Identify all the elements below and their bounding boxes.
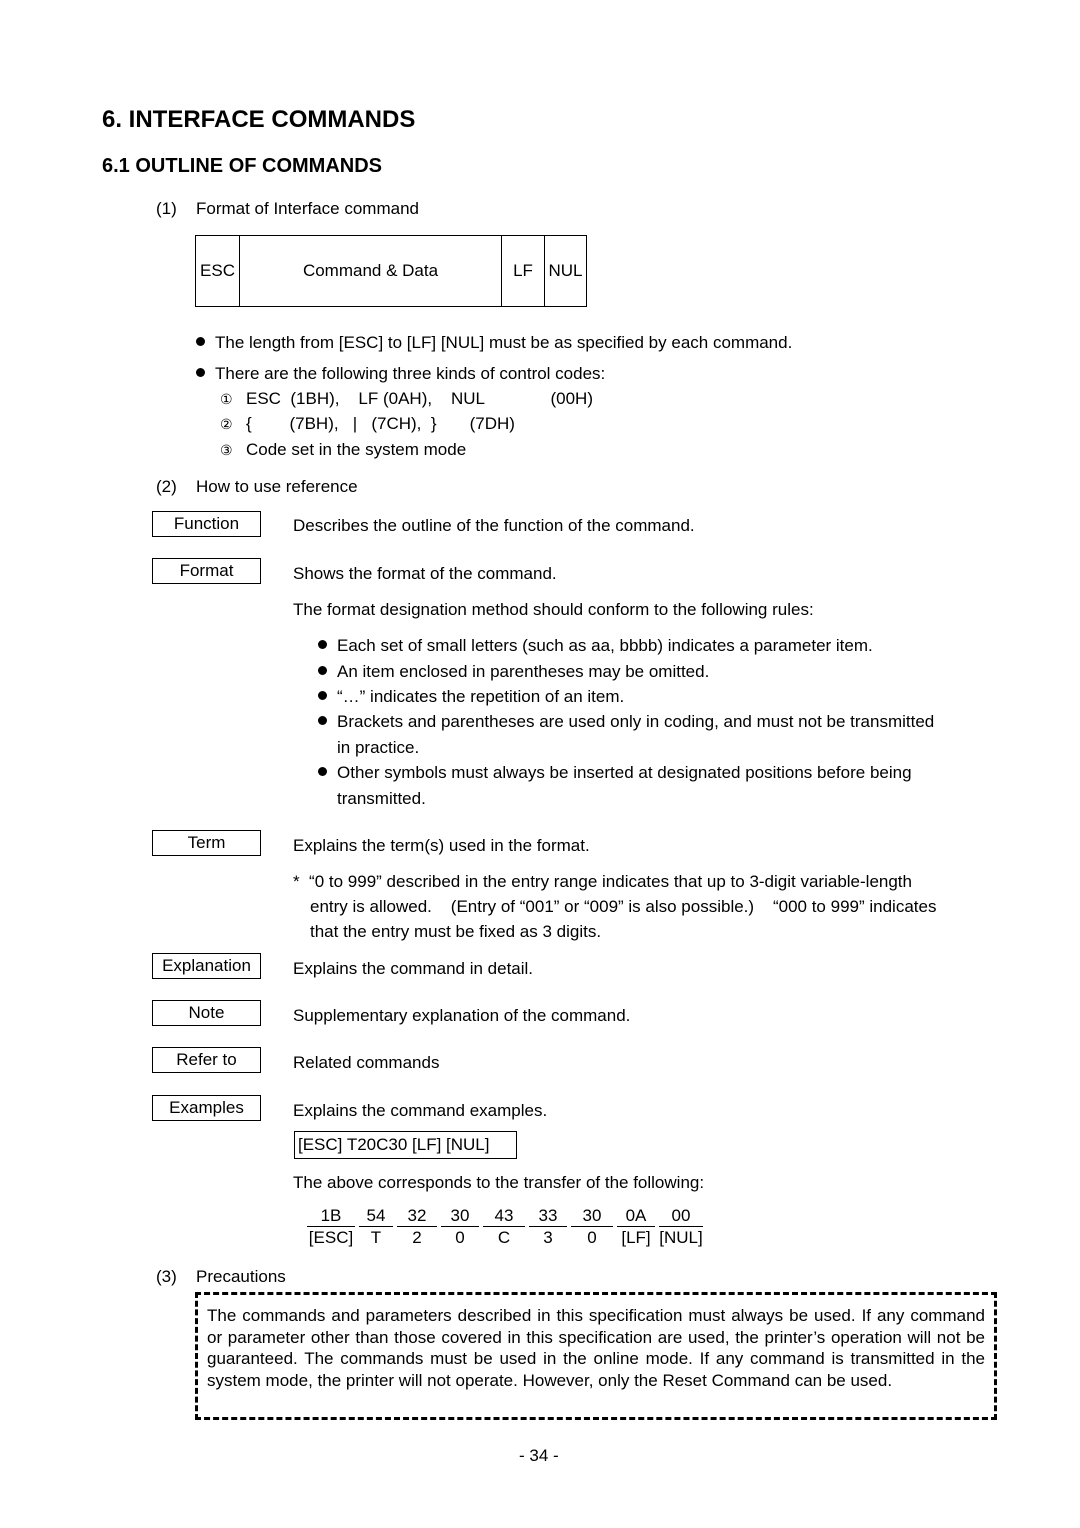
desc-format: Shows the format of the command.	[293, 564, 557, 583]
circled-number-1: ①	[220, 391, 233, 407]
label-format: Format	[152, 558, 261, 584]
rule-text: An item enclosed in parentheses may be o…	[337, 662, 710, 681]
control-code-3: ③ Code set in the system mode	[220, 440, 466, 460]
item-title-precautions: Precautions	[196, 1267, 286, 1286]
desc-explanation: Explains the command in detail.	[293, 959, 534, 978]
term-note-line: that the entry must be fixed as 3 digits…	[310, 922, 602, 941]
label-note: Note	[152, 1000, 261, 1026]
byte-hex: 30	[571, 1205, 613, 1227]
item-title-format: Format of Interface command	[196, 199, 419, 218]
byte-hex: 0A	[617, 1205, 655, 1227]
precautions-box: The commands and parameters described in…	[195, 1292, 997, 1420]
label-function: Function	[152, 511, 261, 537]
desc-function: Describes the outline of the function of…	[293, 516, 695, 535]
format-cell-lf: LF	[502, 236, 545, 306]
bullet-text: The length from [ESC] to [LF] [NUL] must…	[215, 333, 793, 352]
label-refer-to: Refer to	[152, 1047, 261, 1073]
item-title-reference: How to use reference	[196, 477, 358, 496]
format-rule-continuation: transmitted.	[337, 789, 426, 808]
byte-char: C	[497, 1228, 511, 1247]
format-rule: An item enclosed in parentheses may be o…	[318, 662, 709, 682]
byte-column: 33 3	[527, 1205, 569, 1248]
byte-column: 1B [ESC]	[305, 1205, 357, 1248]
term-note-line: entry is allowed. (Entry of “001” or “00…	[310, 897, 937, 916]
bullet-length: The length from [ESC] to [LF] [NUL] must…	[196, 333, 792, 353]
byte-column: 0A [LF]	[615, 1205, 657, 1248]
desc-refer-to: Related commands	[293, 1053, 440, 1072]
rule-text: Other symbols must always be inserted at…	[337, 763, 912, 782]
term-note-line: * “0 to 999” described in the entry rang…	[293, 872, 912, 891]
rule-text: “…” indicates the repetition of an item.	[337, 687, 625, 706]
circled-number-3: ③	[220, 442, 233, 458]
format-rule: “…” indicates the repetition of an item.	[318, 687, 624, 707]
bullet-text: There are the following three kinds of c…	[215, 364, 606, 383]
byte-char: 0	[587, 1228, 597, 1247]
control-code-text: ESC (1BH), LF (0AH), NUL (00H)	[246, 389, 593, 408]
byte-char: 3	[543, 1228, 553, 1247]
desc-examples: Explains the command examples.	[293, 1101, 548, 1120]
byte-char: 2	[412, 1228, 422, 1247]
page-number: - 34 -	[519, 1446, 559, 1465]
format-rule: Each set of small letters (such as aa, b…	[318, 636, 873, 656]
label-examples: Examples	[152, 1095, 261, 1121]
byte-hex: 1B	[307, 1205, 355, 1227]
circled-number-2: ②	[220, 416, 233, 432]
byte-hex: 43	[483, 1205, 525, 1227]
command-format-diagram: ESC Command & Data LF NUL	[195, 235, 587, 307]
format-rule-continuation: in practice.	[337, 738, 420, 757]
byte-sequence: 1B [ESC] 54 T 32 2 30 0 43 C 33 3 30 0 0A [LF] 00 [NUL]	[305, 1205, 705, 1248]
control-code-text: Code set in the system mode	[246, 440, 467, 459]
byte-char: [LF]	[621, 1228, 651, 1247]
label-term: Term	[152, 830, 261, 856]
format-rule: Other symbols must always be inserted at…	[318, 763, 912, 783]
section-heading: 6.1 OUTLINE OF COMMANDS	[102, 155, 383, 177]
byte-hex: 00	[659, 1205, 703, 1227]
rule-text: Each set of small letters (such as aa, b…	[337, 636, 873, 655]
item-number-3: (3)	[156, 1267, 177, 1286]
rule-text: Brackets and parentheses are used only i…	[337, 712, 935, 731]
item-number-1: (1)	[156, 199, 177, 218]
label-explanation: Explanation	[152, 953, 261, 979]
byte-hex: 54	[359, 1205, 393, 1227]
format-cell-nul: NUL	[548, 261, 583, 280]
page-heading: 6. INTERFACE COMMANDS	[102, 106, 416, 133]
control-code-text: { (7BH), | (7CH), } (7DH)	[246, 414, 515, 433]
byte-column: 32 2	[395, 1205, 439, 1248]
byte-column: 43 C	[481, 1205, 527, 1248]
bullet-control-codes: There are the following three kinds of c…	[196, 364, 605, 384]
desc-note: Supplementary explanation of the command…	[293, 1006, 631, 1025]
byte-column: 54 T	[357, 1205, 395, 1248]
format-rules-intro: The format designation method should con…	[293, 600, 814, 619]
byte-char: [NUL]	[659, 1228, 703, 1247]
byte-column: 30 0	[439, 1205, 481, 1248]
format-rule: Brackets and parentheses are used only i…	[318, 712, 934, 732]
byte-column: 30 0	[569, 1205, 615, 1248]
byte-hex: 33	[529, 1205, 567, 1227]
byte-column: 00 [NUL]	[657, 1205, 705, 1248]
format-cell-esc: ESC	[196, 236, 240, 306]
byte-char: 0	[455, 1228, 465, 1247]
control-code-2: ② { (7BH), | (7CH), } (7DH)	[220, 414, 515, 434]
control-code-1: ① ESC (1BH), LF (0AH), NUL (00H)	[220, 389, 593, 409]
example-command-box: [ESC] T20C30 [LF] [NUL]	[294, 1131, 517, 1159]
desc-term: Explains the term(s) used in the format.	[293, 836, 590, 855]
byte-hex: 32	[397, 1205, 437, 1227]
transfer-intro: The above corresponds to the transfer of…	[293, 1173, 705, 1192]
item-number-2: (2)	[156, 477, 177, 496]
format-cell-command-data: Command & Data	[240, 236, 502, 306]
byte-char: T	[370, 1228, 382, 1247]
byte-hex: 30	[441, 1205, 479, 1227]
byte-char: [ESC]	[308, 1228, 354, 1247]
